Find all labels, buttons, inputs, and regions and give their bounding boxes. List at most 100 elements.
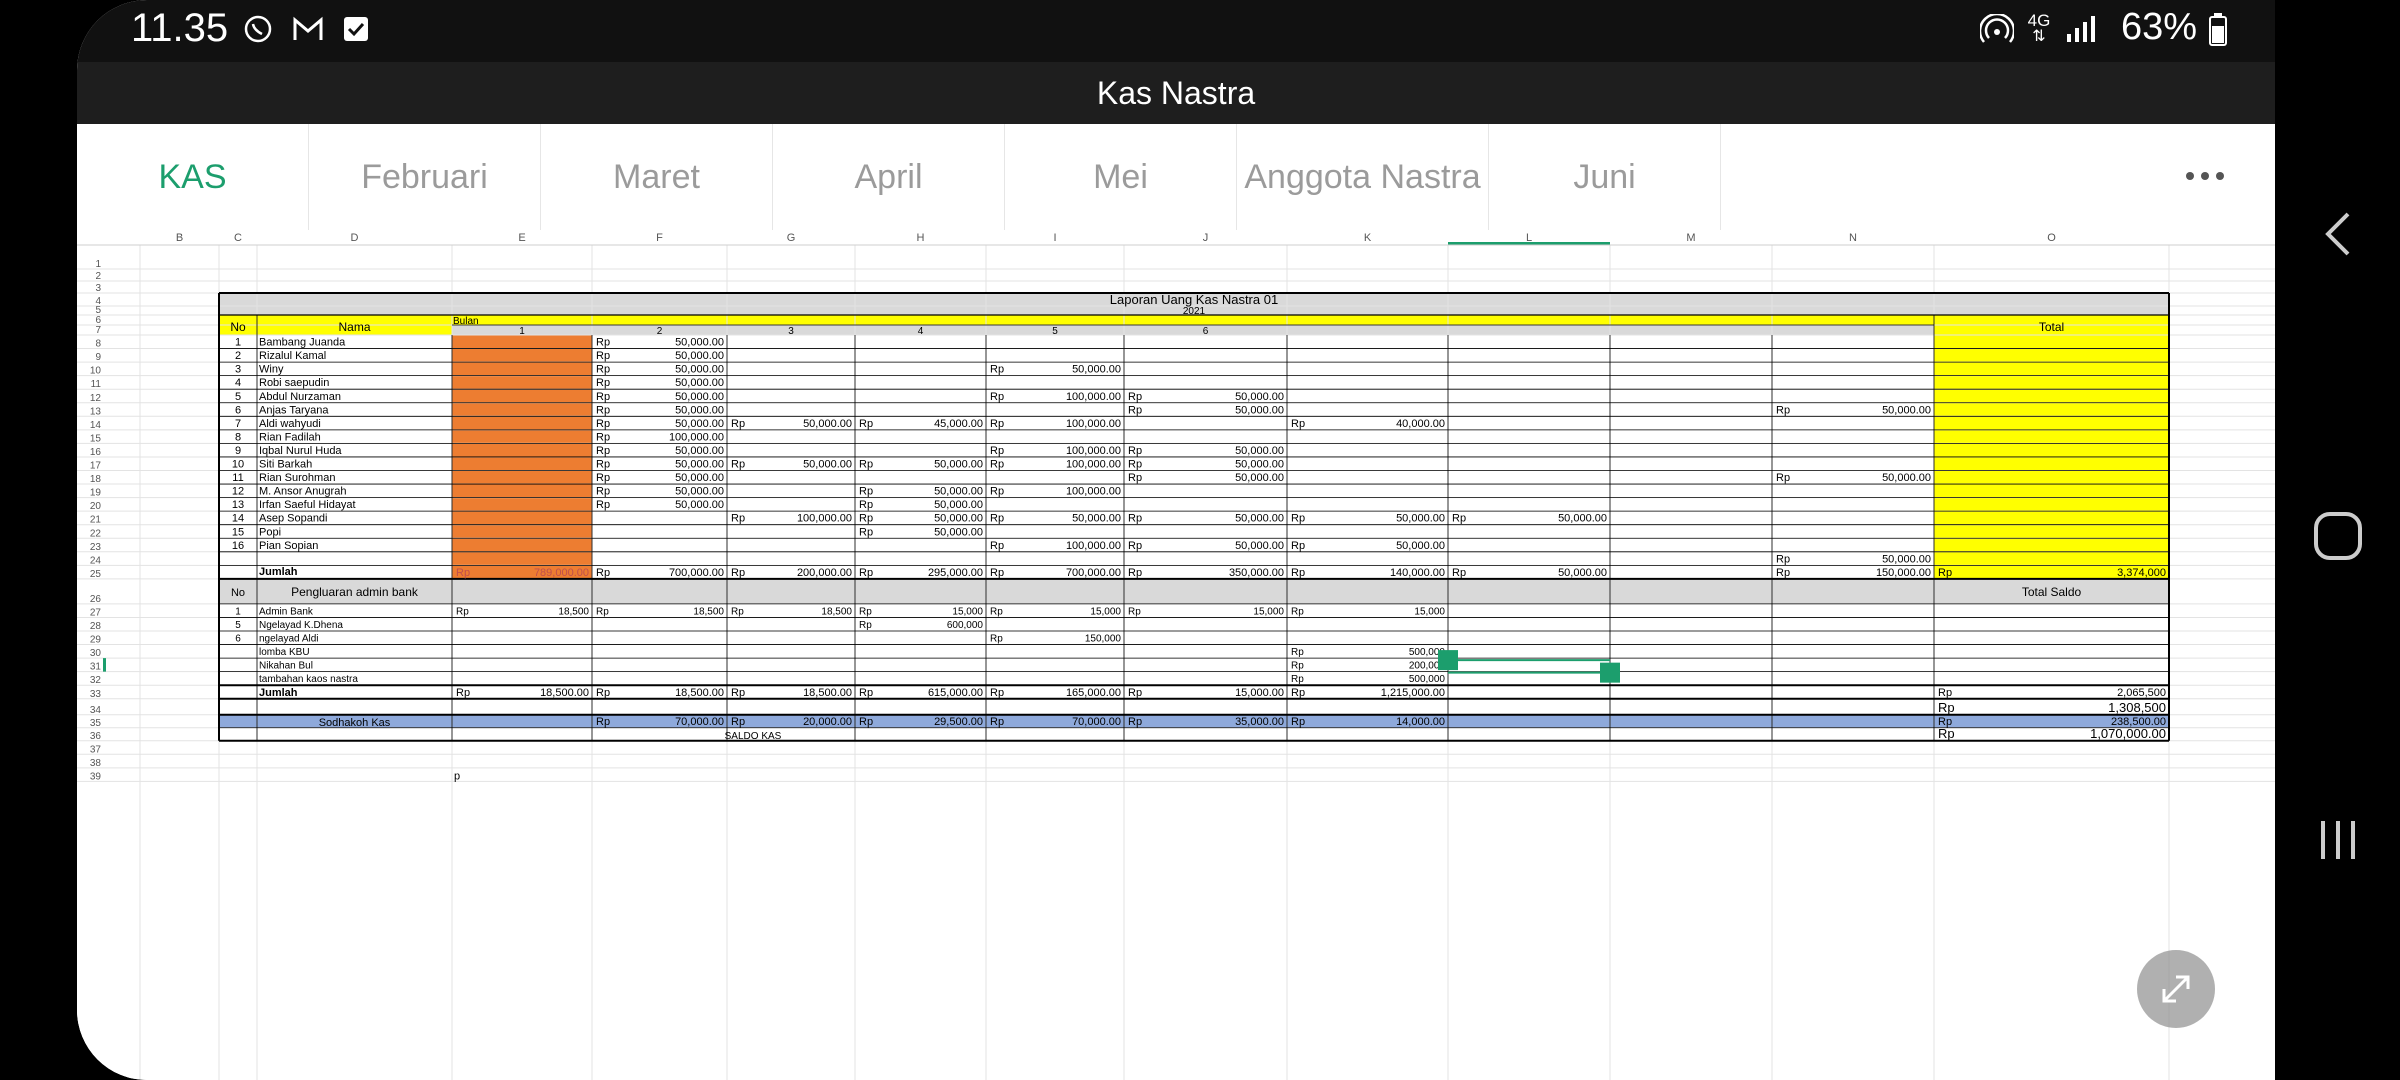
member-name: Aldi wahyudi [259,418,321,430]
member-no: 12 [232,486,244,498]
row-header: 23 [90,542,102,553]
currency-label: Rp [1291,687,1305,699]
amount-cell: 50,000.00 [675,404,724,416]
amount-cell: 50,000.00 [934,499,983,511]
more-options-button[interactable] [2175,154,2235,198]
column-header-c: C [234,232,242,244]
row-header: 33 [90,689,102,700]
member-no: 8 [235,431,241,443]
home-icon [2313,512,2362,560]
row-header: 19 [90,488,102,499]
month-number: 4 [918,326,924,337]
currency-label: Rp [731,716,745,728]
expense-header-no: No [231,587,245,599]
currency-label: Rp [596,687,610,699]
status-bar: 11.35 4G ⇅ 63% [77,0,2275,62]
amount-cell: 100,000.00 [1066,445,1121,457]
member-name: Asep Sopandi [259,513,328,525]
recents-button[interactable] [2275,790,2400,890]
amount-cell: 100,000.00 [1066,418,1121,430]
member-name: Iqbal Nurul Huda [259,445,342,457]
selection-handle-end[interactable] [1600,662,1620,683]
amount-cell: 70,000.00 [675,716,724,728]
tab-anggota-nastra[interactable]: Anggota Nastra [1237,124,1489,230]
currency-label: Rp [1128,687,1142,699]
amount-cell: 50,000.00 [803,459,852,471]
amount-cell: 50,000.00 [1882,553,1931,565]
currency-label: Rp [1128,472,1142,484]
column-header-e: E [518,232,525,244]
currency-label: Rp [1938,687,1952,699]
column-header-bar [77,230,2275,245]
amount-cell: 18,500 [558,606,589,617]
expense-name: tambahan kaos nastra [259,674,358,685]
expense-name: lomba KBU [259,647,310,658]
amount-cell: 50,000.00 [803,418,852,430]
amount-cell: 50,000.00 [675,337,724,349]
currency-label: Rp [731,459,745,471]
currency-label: Rp [859,606,872,617]
stray-cell-text: p [454,770,460,782]
row-header: 28 [90,621,102,632]
amount-cell: 200,000.00 [797,567,852,579]
column-header-b: B [176,232,183,244]
amount-cell: 50,000.00 [1235,404,1284,416]
expense-name: Nikahan Bul [259,661,313,672]
amount-cell: 50,000.00 [675,445,724,457]
tab-april[interactable]: April [773,124,1005,230]
currency-label: Rp [596,486,610,498]
home-button[interactable] [2275,486,2400,586]
amount-cell: 50,000.00 [675,486,724,498]
column-header-h: H [917,232,925,244]
header-nama: Nama [338,320,370,334]
saldo-kas-label: SALDO KAS [725,731,782,742]
spreadsheet-grid[interactable]: B C D E F G H I J K L M N O 1 2 3 4 5 6 7 8 9 10 11 12 13 14 15 16 17 1… [77,230,2275,1080]
currency-label: Rp [859,486,873,498]
amount-cell: 100,000.00 [1066,459,1121,471]
amount-cell: 50,000.00 [675,391,724,403]
back-chevron-icon [2324,212,2349,256]
member-name: Rizalul Kamal [259,350,326,362]
column-header-m: M [1686,232,1695,244]
amount-cell: 50,000.00 [1235,513,1284,525]
member-name: Winy [259,364,284,376]
amount-cell: 50,000.00 [675,459,724,471]
member-name: Siti Barkah [259,459,312,471]
recents-icon [2320,821,2355,859]
member-no: 7 [235,418,241,430]
amount-cell: 20,000.00 [803,716,852,728]
sheet-title: Laporan Uang Kas Nastra 01 [1110,292,1278,307]
row-header: 17 [90,461,102,472]
row-header: 38 [90,758,102,769]
amount-cell: 40,000.00 [1396,418,1445,430]
selection-handle-start[interactable] [1438,650,1458,671]
tab-maret[interactable]: Maret [541,124,773,230]
amount-cell: 50,000.00 [1235,459,1284,471]
currency-label: Rp [859,687,873,699]
sodhakoh-label: Sodhakoh Kas [319,717,391,729]
amount-cell: 50,000.00 [934,513,983,525]
header-no: No [230,320,246,334]
amount-cell: 18,500.00 [803,687,852,699]
tab-februari[interactable]: Februari [309,124,541,230]
tab-juni[interactable]: Juni [1489,124,1721,230]
expand-fullscreen-button[interactable] [2137,950,2215,1028]
spreadsheet-canvas[interactable]: B C D E F G H I J K L M N O12345678910111213141516171… [77,230,2275,1080]
currency-label: Rp [1291,540,1305,552]
currency-label: Rp [990,391,1004,403]
member-name: Irfan Saeful Hidayat [259,499,356,511]
tab-kas[interactable]: KAS [77,124,309,230]
member-no: 13 [232,499,244,511]
row-header: 8 [95,339,101,350]
member-name: Anjas Taryana [259,404,329,416]
currency-label: Rp [859,567,873,579]
currency-label: Rp [1128,567,1142,579]
expense-name: Admin Bank [259,606,314,617]
tab-mei[interactable]: Mei [1005,124,1237,230]
amount-cell: 295,000.00 [928,567,983,579]
back-button[interactable] [2275,184,2400,284]
currency-label: Rp [596,404,610,416]
amount-cell: 350,000.00 [1229,567,1284,579]
currency-label: Rp [990,606,1003,617]
currency-label: Rp [456,606,469,617]
